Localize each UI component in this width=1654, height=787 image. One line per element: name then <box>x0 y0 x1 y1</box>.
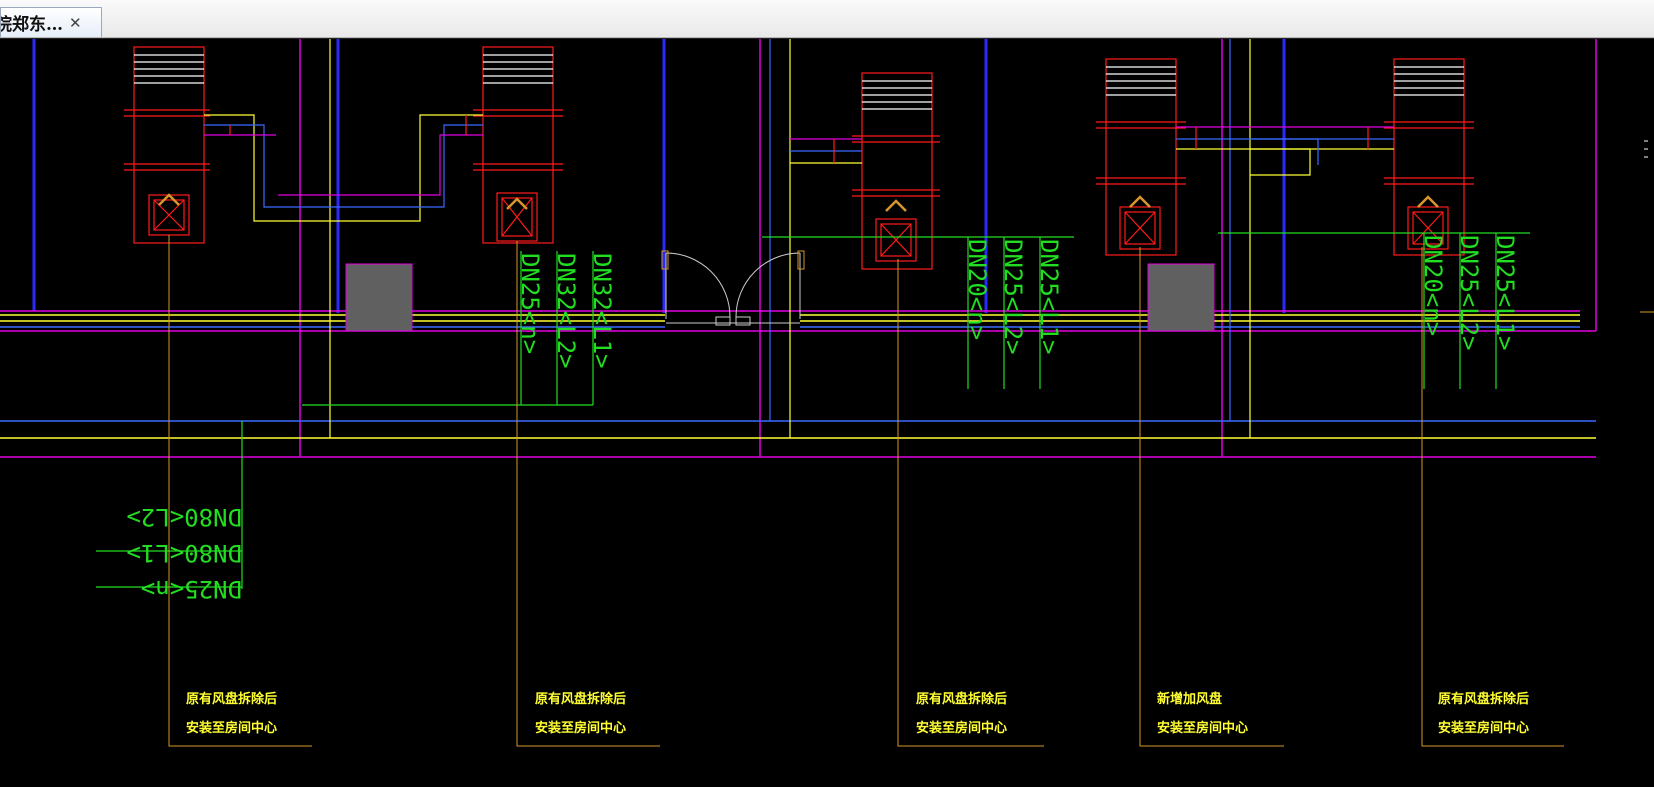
note-5-line1: 原有风盘拆除后 <box>1438 691 1529 707</box>
corridor-pipes <box>0 39 1596 439</box>
fan-coil-unit-1 <box>124 46 210 244</box>
pipe-label-unit5-l1: DN25<L1> <box>1491 235 1519 351</box>
pipe-label-leaders <box>96 232 1530 589</box>
close-icon[interactable]: ✕ <box>69 14 82 32</box>
annotation-notes: 原有风盘拆除后 安装至房间中心 原有风盘拆除后 安装至房间中心 原有风盘拆除后 … <box>186 691 1529 736</box>
pipe-label-main-l1: DN80<L1> <box>126 539 242 567</box>
edge-marks <box>1640 140 1654 313</box>
pipe-label-unit2-n: DN25<n> <box>516 253 544 354</box>
pipe-label-unit5-l2: DN25<L2> <box>1455 235 1483 351</box>
pipe-label-unit3-l2: DN25<L2> <box>999 239 1027 355</box>
branch-piping <box>204 114 1394 222</box>
document-tab-title: 院郑东… <box>0 15 63 35</box>
pipe-label-unit2-l2: DN32<L2> <box>552 253 580 369</box>
note-3-line2: 安装至房间中心 <box>916 720 1007 736</box>
fan-coil-units <box>124 46 1474 270</box>
note-3-line1: 原有风盘拆除后 <box>916 691 1007 707</box>
pipe-label-main-l2: DN80<L2> <box>126 503 242 531</box>
pipe-label-unit2-l1: DN32<L1> <box>588 253 616 369</box>
fan-coil-unit-3 <box>852 72 940 270</box>
pipe-label-unit5-n: DN20<n> <box>1419 235 1447 336</box>
pipe-label-main-n: DN25<n> <box>141 575 242 603</box>
document-tab[interactable]: 院郑东… ✕ <box>0 7 102 37</box>
note-1-line1: 原有风盘拆除后 <box>186 691 277 707</box>
note-1-line2: 安装至房间中心 <box>186 720 277 736</box>
document-tab-bar: 院郑东… ✕ <box>0 0 1654 38</box>
pipe-label-unit3-l1: DN25<L1> <box>1035 239 1063 355</box>
blue-vertical-lines <box>32 39 1286 313</box>
note-5-line2: 安装至房间中心 <box>1438 720 1529 736</box>
note-2-line1: 原有风盘拆除后 <box>535 691 626 707</box>
note-4-line1: 新增加风盘 <box>1157 691 1222 707</box>
cad-drawing: DN25<n> DN32<L2> DN32<L1> DN20<n> DN25<L… <box>0 39 1654 747</box>
double-door <box>661 250 805 326</box>
room-walls <box>0 39 1597 458</box>
fan-coil-unit-4 <box>1096 58 1186 256</box>
fan-coil-unit-5 <box>1384 58 1474 256</box>
note-4-line2: 安装至房间中心 <box>1157 720 1248 736</box>
pipe-label-unit3-n: DN20<n> <box>963 239 991 340</box>
note-2-line2: 安装至房间中心 <box>535 720 626 736</box>
pipe-labels: DN25<n> DN32<L2> DN32<L1> DN20<n> DN25<L… <box>126 235 1519 603</box>
fan-coil-unit-2 <box>473 46 563 244</box>
cad-drawing-canvas[interactable]: DN25<n> DN32<L2> DN32<L1> DN20<n> DN25<L… <box>0 38 1654 787</box>
